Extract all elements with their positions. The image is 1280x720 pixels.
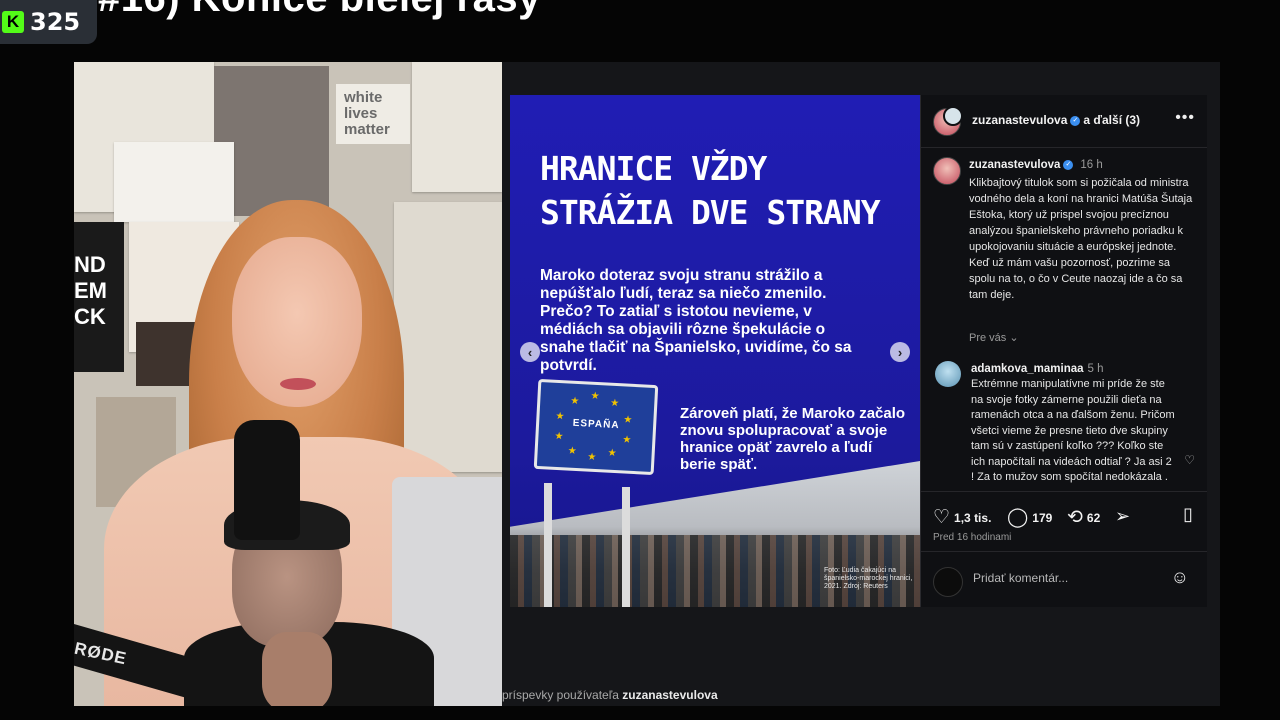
verified-badge-icon: ✓ <box>1070 115 1081 126</box>
slide-headline: HRANICE VŽDY STRÁŽIA DVE STRANY <box>540 149 881 232</box>
stream-title: #16) Konice bielej rasy <box>98 0 541 21</box>
avatar[interactable] <box>933 157 961 185</box>
slide-paragraph: Zároveň platí, že Maroko začalo znovu sp… <box>680 405 906 473</box>
comment-bubble-icon: ◯ <box>1007 507 1029 528</box>
carousel-prev-button[interactable]: ‹ <box>520 342 540 362</box>
author-username[interactable]: zuzanastevulova <box>972 113 1067 127</box>
browser-window: HRANICE VŽDY STRÁŽIA DVE STRANY Maroko d… <box>502 62 1220 706</box>
chevron-down-icon: ⌄ <box>1009 332 1019 344</box>
post-author-line[interactable]: zuzanastevulova ✓ a ďalší (3) <box>972 113 1140 127</box>
caption-author: zuzanastevulova ✓ 16 h <box>969 159 1103 171</box>
bookmark-icon[interactable]: ▯ <box>1183 504 1193 525</box>
caption-timestamp: 16 h <box>1080 159 1103 171</box>
caption-username[interactable]: zuzanastevulova <box>969 159 1060 171</box>
wall-paper <box>412 62 502 192</box>
comment-username[interactable]: adamkova_maminaa <box>971 363 1084 375</box>
repost-count: 62 <box>1086 510 1101 525</box>
post-header: zuzanastevulova ✓ a ďalší (3) ••• <box>921 95 1207 148</box>
post-sidebar: zuzanastevulova ✓ a ďalší (3) ••• zuzanast… <box>920 95 1207 607</box>
espana-road-sign: ★ ★ ★ ★ ★ ★ ★ ★ ★ ★ ESPAÑA <box>533 378 659 476</box>
more-horizontal-icon[interactable]: ••• <box>1175 109 1195 127</box>
carousel-next-button[interactable]: › <box>890 342 910 362</box>
comment-composer: ☺ <box>921 551 1207 608</box>
viewer-count-badge: K 325 <box>0 0 97 44</box>
avatar <box>933 567 963 597</box>
verified-badge-icon: ✓ <box>1063 159 1074 170</box>
comment-like-icon[interactable]: ♡ <box>1184 453 1195 467</box>
chevron-left-icon: ‹ <box>527 344 533 360</box>
avatar-secondary[interactable] <box>943 106 963 126</box>
send-icon[interactable]: ➢ <box>1115 506 1130 527</box>
photo-credit: Foto: Ľudia čakajúci na španielsko-maroc… <box>824 567 913 590</box>
comments-list[interactable]: zuzanastevulova ✓ 16 h Klikbajtový titulok… <box>921 147 1207 491</box>
for-you-link[interactable]: Pre vás ⌄ <box>969 331 1019 344</box>
comment-author: adamkova_maminaa 5 h <box>971 363 1104 375</box>
emoji-icon[interactable]: ☺ <box>1171 567 1189 588</box>
post-carousel-slide[interactable]: HRANICE VŽDY STRÁŽIA DVE STRANY Maroko d… <box>510 95 920 607</box>
slide-paragraph: Maroko doteraz svoju stranu strážilo a n… <box>540 267 852 374</box>
like-button[interactable]: ♡ 1,3 tis. <box>933 506 991 529</box>
coauthors-link[interactable]: a ďalší (3) <box>1083 113 1140 127</box>
profile-posts-footer: príspevky používateľa zuzanastevulova <box>502 688 1220 706</box>
viewer-count: 325 <box>30 8 81 36</box>
comment-input[interactable] <box>971 570 1155 586</box>
footer-prefix: príspevky používateľa <box>502 688 619 702</box>
sign-pole <box>622 487 630 607</box>
wall-paper <box>114 142 234 222</box>
post-action-bar: ♡ 1,3 tis. ◯ 179 ⟲ 62 ➢ ▯ Pred 16 hodina… <box>921 491 1207 552</box>
wall-poster: white lives matter <box>336 84 410 144</box>
chevron-right-icon: › <box>897 344 903 360</box>
like-count: 1,3 tis. <box>954 510 992 525</box>
comment-text: Extrémne manipulatívne mi príde že ste n… <box>971 378 1175 483</box>
wall-poster-black: ND EM CK <box>74 222 124 372</box>
comment-button[interactable]: ◯ 179 <box>1007 506 1052 529</box>
heart-icon: ♡ <box>933 507 951 528</box>
footer-username[interactable]: zuzanastevulova <box>622 688 717 702</box>
avatar[interactable] <box>935 361 961 387</box>
presenter-lips <box>280 378 316 390</box>
post-timestamp: Pred 16 hodinami <box>933 532 1012 543</box>
presenter-video: white lives matter ND EM CK RØDE <box>74 62 502 706</box>
repost-button[interactable]: ⟲ 62 <box>1067 506 1100 529</box>
comment-timestamp: 5 h <box>1087 363 1104 375</box>
sign-pole <box>544 483 552 607</box>
kick-logo-icon: K <box>2 11 24 33</box>
streamer-hand <box>262 632 332 706</box>
repost-icon: ⟲ <box>1067 507 1083 528</box>
for-you-label: Pre vás <box>969 332 1007 344</box>
comment-count: 179 <box>1032 510 1053 525</box>
microphone <box>234 420 300 540</box>
caption-text: Klikbajtový titulok som si požičala od m… <box>969 177 1193 301</box>
